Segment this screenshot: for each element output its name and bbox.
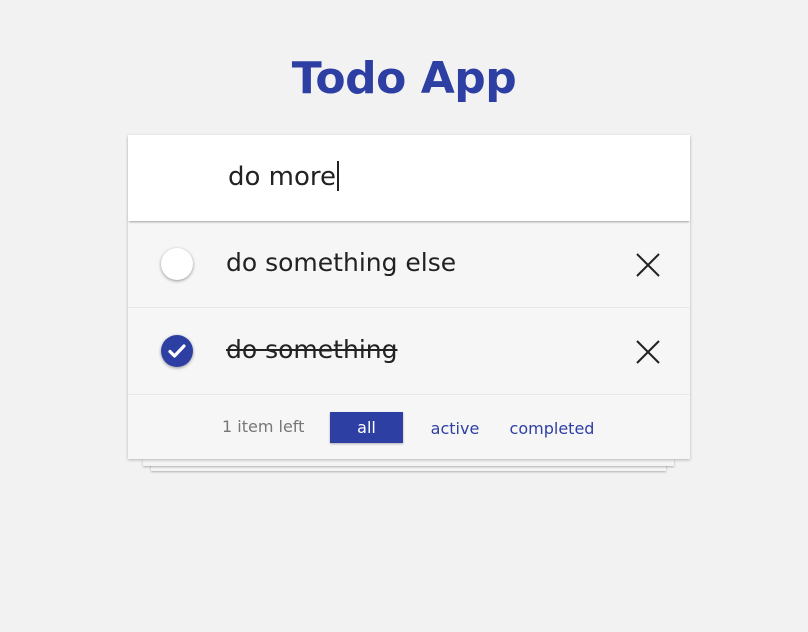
filter-completed[interactable]: completed xyxy=(504,413,600,444)
app-title: Todo App xyxy=(291,53,517,104)
card-stack-shadow xyxy=(143,459,674,466)
filter-all[interactable]: all xyxy=(330,412,403,443)
items-left-count: 1 item left xyxy=(222,417,305,436)
todo-toggle-checkbox[interactable] xyxy=(161,248,193,280)
filter-active[interactable]: active xyxy=(426,413,484,444)
todo-toggle-checkbox[interactable] xyxy=(161,335,193,367)
new-todo-value: do more xyxy=(228,162,337,192)
close-icon xyxy=(636,253,660,277)
checkmark-icon xyxy=(168,344,186,358)
todo-footer: 1 item left all active completed xyxy=(128,396,690,459)
new-todo-input[interactable]: do more xyxy=(128,135,690,221)
todo-label[interactable]: do something xyxy=(226,332,397,368)
todo-item: do something else xyxy=(128,221,690,308)
todo-card: do more do something else do something 1… xyxy=(128,135,690,459)
text-caret xyxy=(337,161,339,191)
close-icon xyxy=(636,340,660,364)
delete-todo-button[interactable] xyxy=(635,339,661,365)
delete-todo-button[interactable] xyxy=(635,252,661,278)
todo-item: do something xyxy=(128,308,690,395)
todo-label[interactable]: do something else xyxy=(226,245,456,281)
